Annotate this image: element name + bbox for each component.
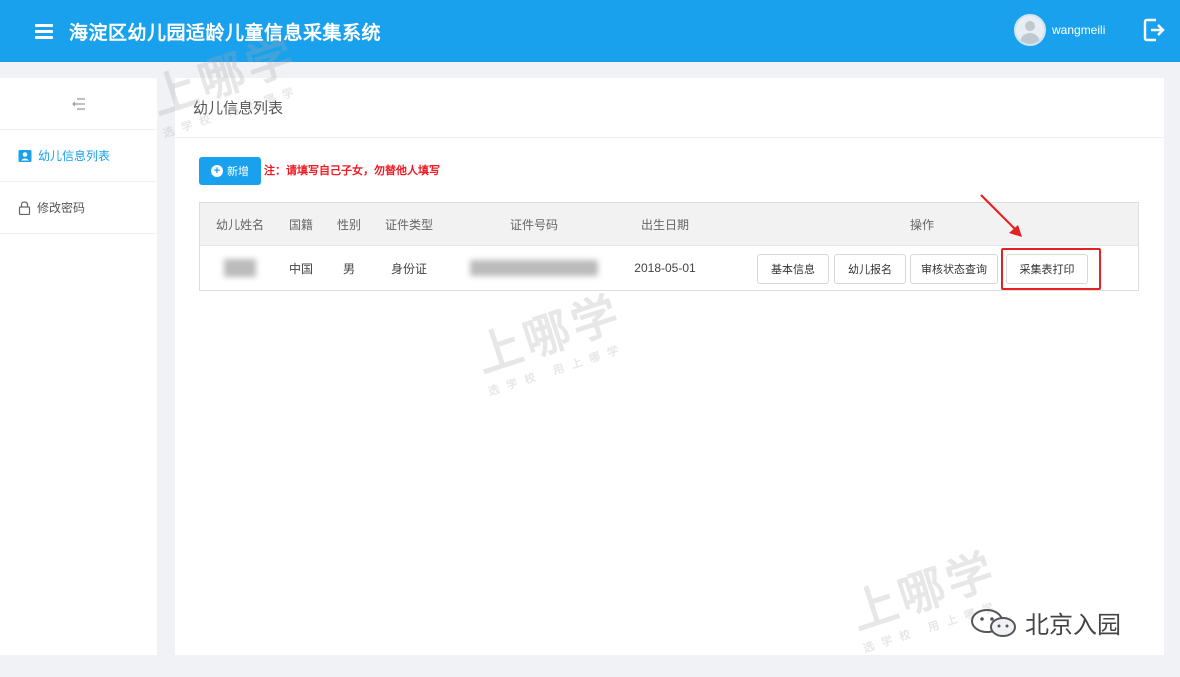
add-button-label: 新增 <box>227 166 249 178</box>
blurred-name <box>224 259 256 277</box>
sidebar: 幼儿信息列表 修改密码 <box>0 78 157 655</box>
review-status-button[interactable]: 审核状态查询 <box>910 254 998 284</box>
table-row: 中国 男 身份证 2018-05-01 基本信息 幼儿报名 审核状态查询 采集表… <box>200 246 1138 290</box>
user-card-icon <box>18 149 32 162</box>
top-bar: 海淀区幼儿园适龄儿童信息采集系统 wangmeili <box>0 0 1180 62</box>
brand-logo: 北京入园 <box>965 605 1121 640</box>
collapse-icon <box>71 97 85 110</box>
column-header: 操作 <box>909 217 934 232</box>
page-title: 幼儿信息列表 <box>175 78 1164 138</box>
id-type-cell: 身份证 <box>390 261 427 276</box>
add-button[interactable]: + 新增 <box>199 157 261 185</box>
user-menu[interactable]: wangmeili <box>1014 14 1105 46</box>
menu-icon[interactable] <box>35 23 53 39</box>
arrow-annotation <box>980 194 1022 237</box>
print-form-button[interactable]: 采集表打印 <box>1006 254 1088 284</box>
nationality-cell: 中国 <box>288 261 313 276</box>
gender-cell: 男 <box>342 261 355 276</box>
wechat-icon <box>971 608 1016 637</box>
sidebar-item-label: 修改密码 <box>37 201 86 215</box>
avatar <box>1014 14 1046 46</box>
lock-icon <box>18 200 31 215</box>
sidebar-item-child-list[interactable]: 幼儿信息列表 <box>0 130 157 182</box>
column-header: 性别 <box>336 217 361 232</box>
brand-logo-text: 北京入园 <box>1025 611 1121 639</box>
column-header: 出生日期 <box>640 217 689 232</box>
username: wangmeili <box>1052 23 1106 37</box>
id-number-cell <box>442 246 626 290</box>
column-header: 证件类型 <box>384 217 433 232</box>
plus-icon: + <box>211 165 223 177</box>
birth-date-cell: 2018-05-01 <box>634 261 696 275</box>
main-panel: 幼儿信息列表 + 新增 注：请填写自己子女，勿替他人填写 幼儿姓名 国籍 性别 … <box>175 78 1164 655</box>
sidebar-collapse-button[interactable] <box>0 78 157 130</box>
basic-info-button[interactable]: 基本信息 <box>757 254 829 284</box>
app-title: 海淀区幼儿园适龄儿童信息采集系统 <box>69 22 382 44</box>
column-header: 国籍 <box>288 217 313 232</box>
fill-notice: 注：请填写自己子女，勿替他人填写 <box>264 165 440 177</box>
sidebar-item-change-password[interactable]: 修改密码 <box>0 182 157 234</box>
blurred-id-number <box>470 260 598 276</box>
column-header: 证件号码 <box>509 217 558 232</box>
sidebar-item-label: 幼儿信息列表 <box>38 149 111 163</box>
logout-icon[interactable] <box>1143 17 1165 43</box>
child-name-cell <box>200 246 280 290</box>
child-registration-button[interactable]: 幼儿报名 <box>834 254 906 284</box>
column-header: 幼儿姓名 <box>215 217 264 232</box>
